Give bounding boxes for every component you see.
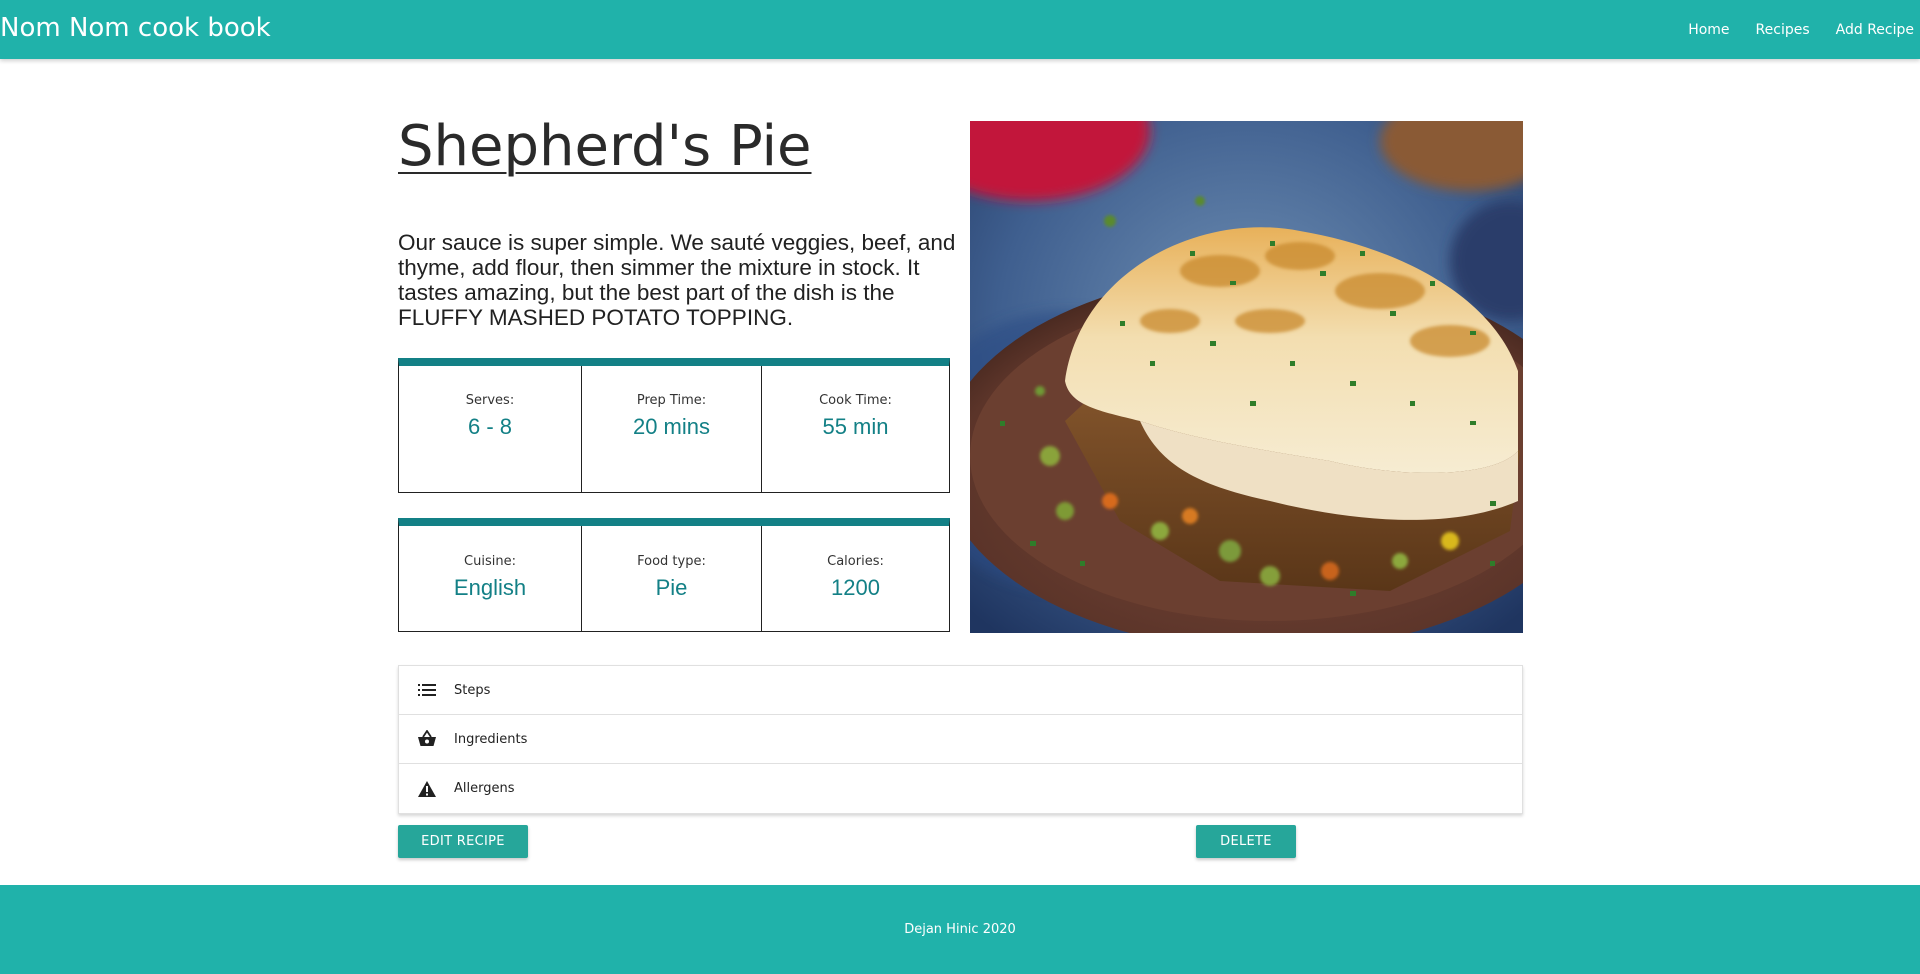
serves-label: Serves: — [465, 393, 515, 408]
recipe-time-table: Serves: 6 - 8 Prep Time: 20 mins Cook Ti… — [398, 358, 950, 493]
section-allergens[interactable]: Allergens — [399, 764, 1522, 813]
nav-link-add-recipe[interactable]: Add Recipe — [1823, 22, 1920, 38]
delete-button[interactable]: DELETE — [1196, 825, 1296, 858]
list-icon — [417, 680, 437, 700]
prep-time-cell: Prep Time: 20 mins — [582, 366, 762, 492]
section-steps[interactable]: Steps — [399, 666, 1522, 715]
nav-link-recipes[interactable]: Recipes — [1743, 22, 1823, 38]
navbar: Nom Nom cook book Home Recipes Add Recip… — [0, 0, 1920, 59]
brand-logo[interactable]: Nom Nom cook book — [0, 13, 271, 43]
food-type-label: Food type: — [637, 554, 706, 569]
nav-link-home[interactable]: Home — [1675, 22, 1742, 38]
warning-icon — [417, 779, 437, 799]
serves-value: 6 - 8 — [467, 414, 513, 439]
section-ingredients[interactable]: Ingredients — [399, 715, 1522, 764]
section-allergens-label: Allergens — [454, 781, 515, 796]
basket-icon — [417, 729, 437, 749]
recipe-description: Our sauce is super simple. We sauté vegg… — [398, 230, 956, 330]
footer: Dejan Hinic 2020 — [0, 885, 1920, 974]
section-steps-label: Steps — [454, 682, 491, 698]
prep-time-label: Prep Time: — [636, 393, 707, 408]
recipe-sections: Steps Ingredients Allergens — [398, 665, 1523, 814]
section-ingredients-label: Ingredients — [454, 731, 528, 747]
nav-links: Home Recipes Add Recipe — [1675, 0, 1920, 59]
cuisine-cell: Cuisine: English — [399, 526, 582, 631]
recipe-title: Shepherd's Pie — [398, 114, 812, 179]
prep-time-value: 20 mins — [632, 414, 711, 439]
calories-label: Calories: — [827, 554, 884, 569]
calories-value: 1200 — [831, 575, 880, 600]
food-type-cell: Food type: Pie — [582, 526, 762, 631]
cuisine-value: English — [453, 575, 527, 600]
footer-copyright: Dejan Hinic 2020 — [904, 922, 1016, 937]
shepherds-pie-photo — [970, 121, 1523, 633]
cook-time-value: 55 min — [822, 414, 889, 439]
cook-time-label: Cook Time: — [819, 393, 892, 408]
cook-time-cell: Cook Time: 55 min — [762, 366, 949, 492]
cuisine-label: Cuisine: — [464, 554, 516, 569]
recipe-meta-table: Cuisine: English Food type: Pie Calories… — [398, 518, 950, 632]
food-type-value: Pie — [655, 575, 688, 600]
calories-cell: Calories: 1200 — [762, 526, 949, 631]
serves-cell: Serves: 6 - 8 — [399, 366, 582, 492]
edit-recipe-button[interactable]: EDIT RECIPE — [398, 825, 528, 858]
recipe-image — [970, 121, 1523, 633]
